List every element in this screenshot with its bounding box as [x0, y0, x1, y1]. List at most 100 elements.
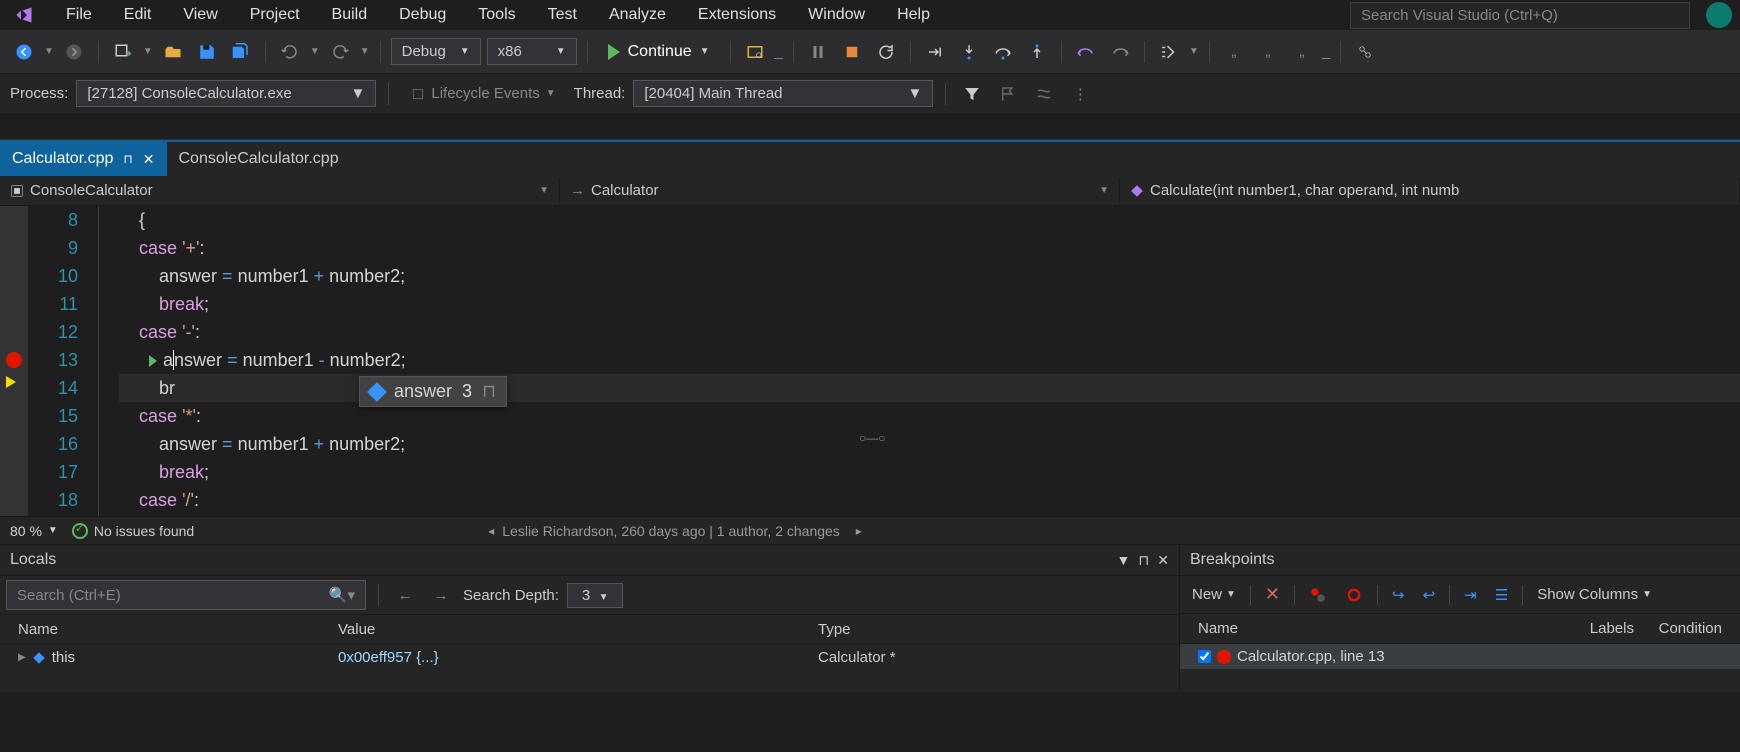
- breakpoint-checkbox[interactable]: [1198, 650, 1211, 663]
- run-to-click-icon[interactable]: [149, 355, 157, 367]
- chevron-down-icon[interactable]: ▼: [44, 46, 54, 57]
- menu-debug[interactable]: Debug: [385, 2, 460, 28]
- nav-back-button[interactable]: [10, 38, 38, 66]
- menu-edit[interactable]: Edit: [110, 2, 166, 28]
- codelens-info[interactable]: ◂ Leslie Richardson, 260 days ago | 1 au…: [488, 523, 862, 539]
- step-over-button[interactable]: [989, 38, 1017, 66]
- chevron-down-icon[interactable]: ▼: [143, 46, 153, 57]
- undo-button[interactable]: [276, 38, 304, 66]
- thread-dropdown[interactable]: [20404] Main Thread▼: [633, 80, 933, 107]
- delete-breakpoint-icon[interactable]: ✕: [1261, 582, 1284, 607]
- enable-all-icon[interactable]: [1305, 584, 1331, 606]
- locals-row[interactable]: ▶this 0x00eff957 {...} Calculator *: [0, 645, 1179, 670]
- menu-extensions[interactable]: Extensions: [684, 2, 790, 28]
- open-file-button[interactable]: [159, 38, 187, 66]
- col-condition[interactable]: Condition: [1651, 618, 1730, 639]
- code-editor[interactable]: 89101112131415161718 { case '+': answer …: [0, 206, 1740, 516]
- menu-window[interactable]: Window: [794, 2, 879, 28]
- locals-header[interactable]: Locals ▼ ⊓ ✕: [0, 545, 1179, 576]
- search-depth-dropdown[interactable]: 3 ▼: [567, 583, 624, 608]
- step-back-button[interactable]: [1072, 38, 1100, 66]
- menu-tools[interactable]: Tools: [464, 2, 529, 28]
- member-dropdown[interactable]: Calculate(int number1, char operand, int…: [1120, 178, 1740, 203]
- chevron-down-icon[interactable]: ▼: [700, 46, 710, 57]
- save-button[interactable]: [193, 38, 221, 66]
- menu-help[interactable]: Help: [883, 2, 944, 28]
- export-icon[interactable]: ↪: [1388, 584, 1409, 606]
- issues-indicator[interactable]: No issues found: [72, 523, 194, 539]
- redo-button[interactable]: [326, 38, 354, 66]
- close-icon[interactable]: ✕: [143, 151, 155, 168]
- chevron-down-icon[interactable]: ▼: [360, 46, 370, 57]
- new-project-button[interactable]: [109, 38, 137, 66]
- intellitrace-button[interactable]: [1155, 38, 1183, 66]
- config-dropdown[interactable]: Debug▼: [391, 38, 481, 65]
- pin-icon[interactable]: ⊓: [123, 152, 132, 166]
- pause-button[interactable]: [804, 38, 832, 66]
- menu-project[interactable]: Project: [236, 2, 314, 28]
- stop-button[interactable]: [838, 38, 866, 66]
- import-icon[interactable]: ↩: [1419, 584, 1440, 606]
- breakpoint-row[interactable]: Calculator.cpp, line 13: [1180, 644, 1740, 669]
- live-share-button[interactable]: [1351, 38, 1379, 66]
- step-out-button[interactable]: [1023, 38, 1051, 66]
- chevron-down-icon[interactable]: ▼: [310, 46, 320, 57]
- menu-analyze[interactable]: Analyze: [595, 2, 680, 28]
- goto-source-icon[interactable]: ⇥: [1460, 584, 1481, 606]
- disable-all-icon[interactable]: [1341, 584, 1367, 606]
- col-labels[interactable]: Labels: [1582, 618, 1651, 639]
- platform-dropdown[interactable]: x86▼: [487, 38, 577, 65]
- nav-forward-icon[interactable]: →: [427, 581, 455, 609]
- breakpoint-marker[interactable]: [6, 352, 22, 368]
- col-value[interactable]: Value: [330, 619, 810, 640]
- show-columns-button[interactable]: Show Columns▼: [1533, 584, 1656, 605]
- user-badge[interactable]: [1706, 2, 1732, 28]
- chevron-down-icon[interactable]: ▼: [1189, 46, 1199, 57]
- continue-button[interactable]: Continue ▼: [598, 39, 720, 65]
- class-dropdown[interactable]: → Calculator▼: [560, 178, 1120, 203]
- nav-forward-button[interactable]: [60, 38, 88, 66]
- quote3-icon[interactable]: „: [1288, 38, 1316, 66]
- restart-button[interactable]: [872, 38, 900, 66]
- pin-icon[interactable]: ⊓: [482, 381, 496, 402]
- scope-dropdown[interactable]: ConsoleCalculator▼: [0, 178, 560, 203]
- locals-search-input[interactable]: Search (Ctrl+E) 🔍▾: [6, 580, 366, 610]
- breakpoint-gutter[interactable]: [0, 206, 28, 516]
- lifecycle-dropdown[interactable]: Lifecycle Events▼: [401, 81, 565, 107]
- datatip[interactable]: answer 3 ⊓: [359, 376, 507, 407]
- search-icon[interactable]: 🔍▾: [329, 586, 355, 604]
- nav-back-icon[interactable]: ←: [391, 581, 419, 609]
- threads-icon[interactable]: [1030, 80, 1058, 108]
- menu-view[interactable]: View: [169, 2, 231, 28]
- global-search-input[interactable]: Search Visual Studio (Ctrl+Q): [1350, 2, 1690, 29]
- process-dropdown[interactable]: [27128] ConsoleCalculator.exe▼: [76, 80, 376, 107]
- menu-test[interactable]: Test: [534, 2, 591, 28]
- quote2-icon[interactable]: „: [1254, 38, 1282, 66]
- col-type[interactable]: Type: [810, 619, 859, 640]
- step-forward-hist-button[interactable]: [1106, 38, 1134, 66]
- tab-consolecalculator-cpp[interactable]: ConsoleCalculator.cpp: [167, 142, 351, 176]
- menu-build[interactable]: Build: [318, 2, 382, 28]
- expand-icon[interactable]: ▶: [18, 652, 26, 663]
- tab-calculator-cpp[interactable]: Calculator.cpp ⊓ ✕: [0, 142, 167, 176]
- goto-disasm-icon[interactable]: ☰: [1491, 584, 1512, 606]
- flag-icon[interactable]: [994, 80, 1022, 108]
- quote1-icon[interactable]: „: [1220, 38, 1248, 66]
- menu-file[interactable]: File: [52, 2, 106, 28]
- step-into-button[interactable]: [955, 38, 983, 66]
- close-icon[interactable]: ✕: [1157, 552, 1169, 569]
- overflow-icon[interactable]: ⋮: [1066, 80, 1094, 108]
- col-name[interactable]: Name: [1190, 618, 1582, 639]
- zoom-dropdown[interactable]: 80 %▼: [10, 523, 58, 539]
- show-next-statement-button[interactable]: [921, 38, 949, 66]
- build-browse-button[interactable]: [741, 38, 769, 66]
- col-name[interactable]: Name: [10, 619, 330, 640]
- filter-icon[interactable]: [958, 80, 986, 108]
- panel-title: Locals: [10, 551, 56, 569]
- pin-icon[interactable]: ⊓: [1138, 552, 1149, 569]
- code-content[interactable]: { case '+': answer = number1 + number2; …: [98, 206, 1740, 516]
- save-all-button[interactable]: [227, 38, 255, 66]
- window-position-icon[interactable]: ▼: [1116, 552, 1130, 569]
- breakpoints-header[interactable]: Breakpoints: [1180, 545, 1740, 576]
- new-breakpoint-button[interactable]: New▼: [1188, 584, 1240, 605]
